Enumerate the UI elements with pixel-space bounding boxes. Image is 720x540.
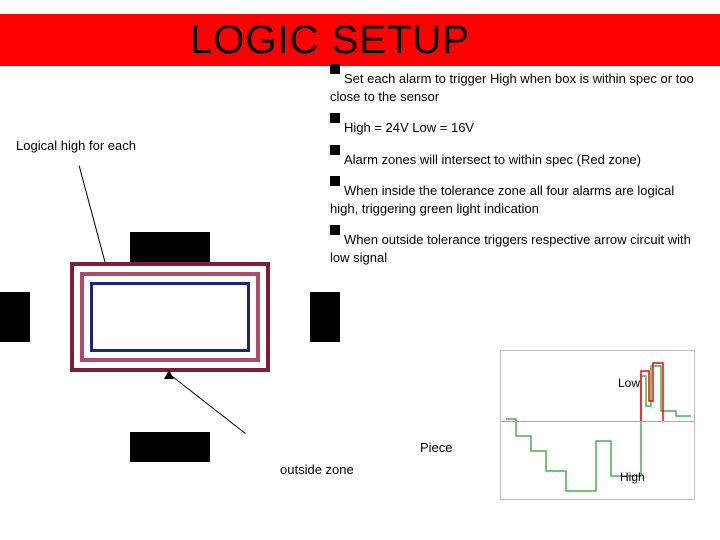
bullet-item: High = 24V Low = 16V: [330, 119, 700, 137]
bullet-text: Set each alarm to trigger High when box …: [330, 71, 694, 104]
signal-graph: [500, 350, 695, 500]
bullet-square-icon: [330, 225, 340, 235]
bullet-item: When outside tolerance triggers respecti…: [330, 231, 700, 266]
tolerance-inner-box: [90, 282, 250, 352]
tolerance-mid-box: [80, 272, 260, 362]
label-piece: Piece: [420, 440, 453, 455]
label-outside-zone: outside zone: [280, 462, 354, 477]
sensor-bar-bottom: [130, 432, 210, 462]
bullet-square-icon: [330, 145, 340, 155]
bullet-list: Set each alarm to trigger High when box …: [330, 70, 700, 280]
page-title: LOGIC SETUP: [190, 18, 470, 63]
sensor-diagram: [30, 262, 310, 432]
graph-label-high: High: [620, 470, 645, 484]
bullet-text: When inside the tolerance zone all four …: [330, 183, 674, 216]
sensor-bar-left: [0, 292, 30, 342]
bullet-square-icon: [330, 64, 340, 74]
bullet-item: Alarm zones will intersect to within spe…: [330, 151, 700, 169]
bullet-square-icon: [330, 176, 340, 186]
bullet-text: When outside tolerance triggers respecti…: [330, 232, 691, 265]
graph-plot: [501, 351, 696, 501]
graph-label-low: Low: [618, 376, 640, 390]
label-logical-high: Logical high for each: [16, 138, 136, 153]
bullet-text: High = 24V Low = 16V: [344, 120, 474, 135]
tolerance-outer-box: [70, 262, 270, 372]
bullet-square-icon: [330, 113, 340, 123]
bullet-item: Set each alarm to trigger High when box …: [330, 70, 700, 105]
bullet-text: Alarm zones will intersect to within spe…: [344, 152, 641, 167]
sensor-bar-right: [310, 292, 340, 342]
sensor-bar-top: [130, 232, 210, 262]
bullet-item: When inside the tolerance zone all four …: [330, 182, 700, 217]
title-bar: LOGIC SETUP: [0, 14, 720, 66]
